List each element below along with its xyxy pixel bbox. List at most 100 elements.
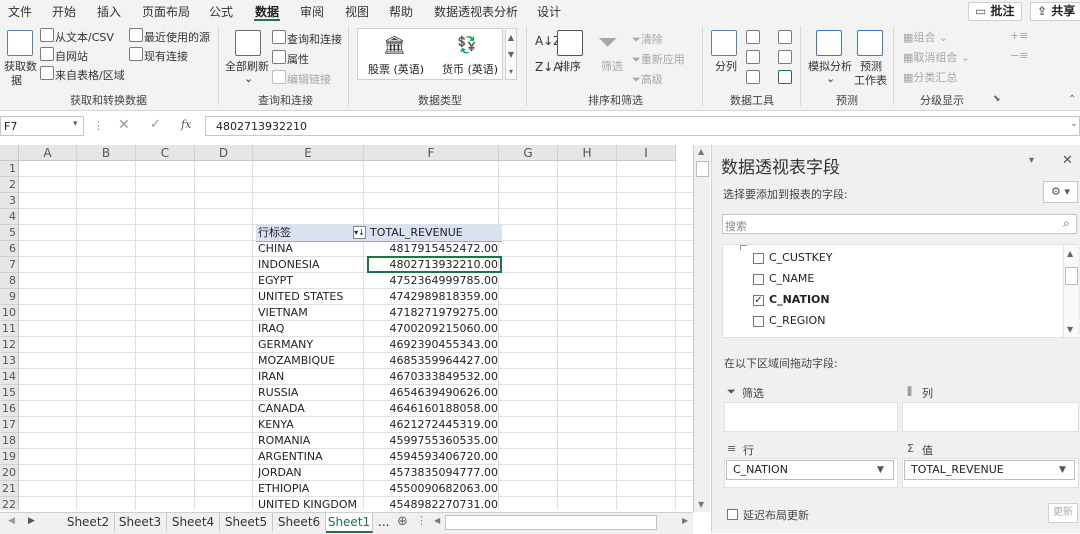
column-header[interactable]: C: [136, 145, 195, 161]
pivot-row-label[interactable]: UNITED KINGDOM: [258, 497, 366, 510]
column-header[interactable]: F: [364, 145, 499, 161]
gear-icon[interactable]: ⚙ ▾: [1043, 181, 1078, 203]
expand-formula-icon[interactable]: ⌄: [1070, 119, 1078, 129]
tab-home[interactable]: 开始: [52, 3, 76, 20]
enter-icon[interactable]: ✓: [150, 117, 161, 132]
scrollbar-thumb[interactable]: [1065, 267, 1078, 285]
pivot-value-cell[interactable]: 4685359964427.00: [368, 353, 498, 369]
pivot-row-label[interactable]: CANADA: [258, 401, 366, 417]
flash-fill-icon[interactable]: [746, 30, 760, 44]
field-checkbox[interactable]: ✓: [753, 295, 764, 306]
row-header[interactable]: 22: [0, 497, 19, 510]
field-name[interactable]: C_REGION: [769, 314, 825, 327]
filter-dropdown-icon[interactable]: ▾↓: [353, 226, 366, 239]
tab-review[interactable]: 审阅: [300, 3, 324, 20]
field-checkbox[interactable]: [753, 253, 764, 264]
column-header[interactable]: G: [499, 145, 558, 161]
scroll-right-icon[interactable]: ▶: [682, 516, 688, 525]
row-header[interactable]: 14: [0, 369, 19, 385]
pivot-row-label[interactable]: INDONESIA: [258, 257, 366, 273]
column-header[interactable]: E: [253, 145, 364, 161]
group-button[interactable]: ▦组合 ⌄: [903, 29, 948, 45]
row-header[interactable]: 3: [0, 193, 19, 209]
row-header[interactable]: 11: [0, 321, 19, 337]
sort-desc-icon[interactable]: Z↓A: [535, 60, 561, 74]
currency-button[interactable]: 货币 (英语): [442, 61, 498, 77]
stocks-button[interactable]: 股票 (英语): [368, 61, 424, 77]
row-header[interactable]: 1: [0, 161, 19, 177]
subtotal-button[interactable]: ▦分类汇总: [903, 69, 957, 85]
column-header[interactable]: I: [617, 145, 676, 161]
clear-filter-button[interactable]: ⏷清除: [632, 31, 663, 47]
tab-insert[interactable]: 插入: [97, 3, 121, 20]
scroll-down-icon[interactable]: ▼: [1067, 325, 1073, 334]
sheet-tab[interactable]: Sheet4: [167, 513, 220, 531]
filters-drop-zone[interactable]: [724, 402, 898, 432]
pivot-value-cell[interactable]: 4599755360535.00: [368, 433, 498, 449]
select-all-corner[interactable]: [0, 145, 19, 161]
scroll-left-icon[interactable]: ◀: [434, 516, 440, 525]
pivot-row-label[interactable]: EGYPT: [258, 273, 366, 289]
pivot-value-cell[interactable]: 4817915452472.00: [368, 241, 498, 257]
sheet-tab[interactable]: Sheet6: [273, 513, 326, 531]
remove-duplicates-icon[interactable]: [746, 50, 760, 64]
row-header[interactable]: 19: [0, 449, 19, 465]
name-box[interactable]: F7 ▾: [0, 116, 84, 136]
pivot-value-cell[interactable]: 4692390455343.00: [368, 337, 498, 353]
columns-drop-zone[interactable]: [902, 402, 1079, 432]
pivot-row-label[interactable]: IRAN: [258, 369, 366, 385]
pivot-value-cell[interactable]: 4670333849532.00: [368, 369, 498, 385]
pivot-value-cell[interactable]: 4646160188058.00: [368, 401, 498, 417]
pivot-row-label[interactable]: UNITED STATES: [258, 289, 366, 305]
value-field-dropdown[interactable]: TOTAL_REVENUE ▼: [904, 460, 1075, 480]
tab-design[interactable]: 设计: [537, 3, 561, 20]
row-header[interactable]: 9: [0, 289, 19, 305]
chevron-down-icon[interactable]: ▼: [1059, 461, 1066, 479]
pane-options-icon[interactable]: ▾: [1029, 155, 1034, 166]
data-model-icon[interactable]: [778, 70, 792, 84]
cancel-icon[interactable]: ✕: [118, 117, 130, 133]
formula-input[interactable]: 4802713932210: [205, 116, 1080, 136]
row-header[interactable]: 7: [0, 257, 19, 273]
chevron-down-icon[interactable]: ⌄: [244, 72, 253, 85]
tab-page-layout[interactable]: 页面布局: [142, 3, 190, 20]
tab-file[interactable]: 文件: [8, 3, 32, 20]
pivot-value-cell[interactable]: 4573835094777.00: [368, 465, 498, 481]
row-header[interactable]: 15: [0, 385, 19, 401]
scroll-up-icon[interactable]: ▲: [1067, 249, 1073, 258]
pivot-row-label[interactable]: JORDAN: [258, 465, 366, 481]
selected-cell[interactable]: [367, 256, 502, 273]
ungroup-button[interactable]: ▦取消组合 ⌄: [903, 49, 970, 65]
filter-button[interactable]: 筛选: [601, 58, 623, 74]
pivot-value-cell[interactable]: 4548982270731.00: [368, 497, 498, 510]
chevron-down-icon[interactable]: ▾: [73, 119, 78, 129]
tab-pivot-analyze[interactable]: 数据透视表分析: [434, 3, 518, 20]
close-icon[interactable]: ✕: [1062, 153, 1073, 168]
chevron-down-icon[interactable]: ▼: [877, 461, 884, 479]
dialog-launcher-icon[interactable]: ⬊: [993, 94, 1001, 104]
row-header[interactable]: 5: [0, 225, 19, 241]
pivot-row-label[interactable]: ROMANIA: [258, 433, 366, 449]
column-header[interactable]: A: [19, 145, 77, 161]
field-search-input[interactable]: 搜索 ⌕: [722, 214, 1077, 234]
sheet-tab[interactable]: Sheet5: [220, 513, 273, 531]
pivot-value-cell[interactable]: 4621272445319.00: [368, 417, 498, 433]
edit-links-button[interactable]: 编辑链接: [287, 71, 331, 87]
share-button[interactable]: ⇪ 共享: [1030, 2, 1080, 21]
field-name[interactable]: C_NATION: [769, 293, 830, 306]
pivot-value-cell[interactable]: 4700209215060.00: [368, 321, 498, 337]
worksheet-grid[interactable]: ABCDEFGHI 1 2 3 4 5 6 7 8 9 10 11 12 13 14 15 16 17 18 19 2…: [0, 145, 693, 510]
prev-sheet-icon[interactable]: ◀: [8, 516, 15, 526]
text-to-columns-button[interactable]: 分列: [715, 58, 737, 74]
scroll-down-icon[interactable]: ▼: [698, 500, 704, 509]
insert-function-icon[interactable]: fx: [181, 118, 191, 131]
pivot-row-label[interactable]: GERMANY: [258, 337, 366, 353]
column-header[interactable]: D: [195, 145, 253, 161]
row-header[interactable]: 21: [0, 481, 19, 497]
pivot-row-labels-header[interactable]: 行标签: [258, 225, 291, 241]
from-text-csv-button[interactable]: 从文本/CSV: [55, 29, 114, 45]
existing-connections-button[interactable]: 现有连接: [144, 48, 188, 64]
chevron-down-icon[interactable]: ⌄: [826, 72, 835, 85]
hide-detail-icon[interactable]: −≡: [1010, 49, 1028, 62]
row-header[interactable]: 12: [0, 337, 19, 353]
